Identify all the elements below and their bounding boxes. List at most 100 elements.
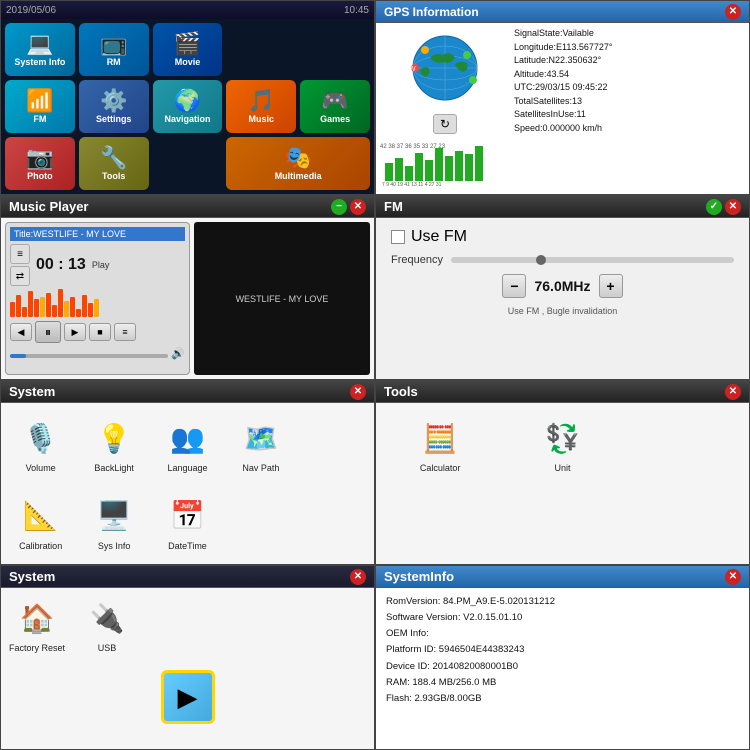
fm-frequency-display: 76.0MHz — [534, 278, 590, 294]
fm-close-button[interactable]: ✕ — [725, 199, 741, 215]
app-tile-tools[interactable]: 🔧 Tools — [79, 137, 149, 190]
system-icon-volume[interactable]: 🎙️ Volume — [5, 407, 76, 483]
system2-title: System — [9, 569, 55, 584]
gps-signal-bars: 42 38 37 36 35 33 27 23 7 9 40 19 41 13 … — [380, 138, 510, 188]
usb-item[interactable]: 🔌 USB — [85, 596, 129, 653]
gps-globe-area: W E ↻ 42 38 37 36 35 33 27 23 — [380, 27, 510, 190]
app-tile-fm-label: FM — [33, 114, 46, 124]
gps-globe-svg: W E — [395, 30, 495, 110]
tools-close-button[interactable]: ✕ — [725, 384, 741, 400]
music-controls-area: Title:WESTLIFE - MY LOVE ≡ ⇄ 00 : 13 Pla… — [5, 222, 190, 375]
gps-utc: UTC:29/03/15 09:45:22 — [514, 81, 745, 95]
app-tile-nav[interactable]: 🌍 Navigation — [153, 80, 223, 133]
next-button[interactable]: ▶ — [64, 323, 86, 341]
music-icon: 🎵 — [248, 90, 275, 112]
prev-button[interactable]: ◀ — [10, 323, 32, 341]
app-tile-sysinfo[interactable]: 💻 System Info — [5, 23, 75, 76]
fm-frequency-slider[interactable] — [451, 257, 734, 263]
calculator-icon: 🧮 — [418, 416, 462, 460]
app-tile-photo-label: Photo — [27, 171, 53, 181]
app-tile-games[interactable]: 🎮 Games — [300, 80, 370, 133]
gps-altitude: Altitude:43.54 — [514, 68, 745, 82]
system-icon-language[interactable]: 👥 Language — [152, 407, 223, 483]
system-icon-sysinfo[interactable]: 🖥️ Sys Info — [78, 485, 149, 561]
gps-panel: GPS Information ✕ — [375, 0, 750, 195]
app-tile-sysinfo-label: System Info — [14, 57, 65, 67]
app-tile-rm[interactable]: 📺 RM — [79, 23, 149, 76]
system-icon-datetime[interactable]: 📅 DateTime — [152, 485, 223, 561]
music-player-title: Music Player — [9, 199, 89, 214]
play-large-button[interactable]: ▶ — [161, 670, 215, 724]
app-tile-photo[interactable]: 📷 Photo — [5, 137, 75, 190]
fm-tile-icon: 📶 — [26, 90, 53, 112]
playlist-button[interactable]: ≡ — [114, 323, 136, 341]
sysinfo-flash: Flash: 2.93GB/8.00GB — [386, 691, 739, 707]
system2-bottom: ▶ — [9, 653, 366, 741]
volume-icon: 🔊 — [171, 347, 185, 360]
fm-frequency-thumb — [536, 255, 546, 265]
pause-button[interactable]: ⏸ — [35, 321, 61, 343]
system-icon-calibration[interactable]: 📐 Calibration — [5, 485, 76, 561]
app-grid-date: 2019/05/06 — [6, 5, 56, 16]
app-tile-multimedia[interactable]: 🎭 Multimedia — [226, 137, 370, 190]
fm-content: Use FM Frequency − 76.0MHz + Use FM , Bu… — [376, 218, 749, 379]
gps-latitude: Latitude:N22.350632° — [514, 54, 745, 68]
music-eq-button[interactable]: ≡ — [10, 244, 30, 264]
music-track-display: WESTLIFE - MY LOVE — [236, 294, 329, 304]
fm-title: FM — [384, 199, 403, 214]
fm-use-checkbox[interactable] — [391, 230, 405, 244]
eq-bar-7 — [46, 293, 51, 317]
tools-icon-calculator[interactable]: 🧮 Calculator — [380, 407, 500, 483]
sysinfo-close-button[interactable]: ✕ — [725, 569, 741, 585]
gps-close-button[interactable]: ✕ — [725, 4, 741, 20]
calibration-label: Calibration — [19, 541, 62, 551]
music-album-art: WESTLIFE - MY LOVE — [194, 222, 370, 375]
gps-header: GPS Information ✕ — [376, 1, 749, 23]
music-track-title: Title:WESTLIFE - MY LOVE — [10, 227, 185, 241]
language-icon: 👥 — [165, 416, 209, 460]
tools-header-buttons: ✕ — [725, 384, 741, 400]
system-icon-backlight[interactable]: 💡 BackLight — [78, 407, 149, 483]
music-close-button[interactable]: ✕ — [350, 199, 366, 215]
app-tile-settings[interactable]: ⚙️ Settings — [79, 80, 149, 133]
gps-signal-state: SignalState:Vailable — [514, 27, 745, 41]
fm-decrease-button[interactable]: − — [502, 274, 526, 298]
system2-panel: System ✕ 🏠 Factory Reset 🔌 USB ▶ — [0, 565, 375, 750]
fm-use-label: Use FM — [411, 228, 467, 246]
main-layout: 2019/05/06 10:45 💻 System Info 📺 RM 🎬 Mo… — [0, 0, 750, 750]
app-tile-music[interactable]: 🎵 Music — [226, 80, 296, 133]
gps-satellites-in-use: SatellitesInUse:11 — [514, 108, 745, 122]
calibration-icon: 📐 — [19, 494, 63, 538]
system-close-button[interactable]: ✕ — [350, 384, 366, 400]
app-tile-movie[interactable]: 🎬 Movie — [153, 23, 223, 76]
fm-increase-button[interactable]: + — [599, 274, 623, 298]
system-header-buttons: ✕ — [350, 384, 366, 400]
music-min-button[interactable]: − — [331, 199, 347, 215]
gps-refresh-button[interactable]: ↻ — [433, 114, 457, 134]
eq-bar-13 — [82, 295, 87, 317]
fm-check-button[interactable]: ✓ — [706, 199, 722, 215]
app-tile-fm[interactable]: 📶 FM — [5, 80, 75, 133]
sysinfo-header: SystemInfo ✕ — [376, 566, 749, 588]
eq-bar-9 — [58, 289, 63, 317]
apps-container: 💻 System Info 📺 RM 🎬 Movie 📶 FM ⚙️ Setti… — [1, 19, 374, 194]
eq-bar-12 — [76, 309, 81, 317]
system2-close-button[interactable]: ✕ — [350, 569, 366, 585]
music-eq-bars — [10, 289, 185, 317]
fm-frequency-row: Frequency — [391, 254, 734, 266]
sysinfo-content: RomVersion: 84.PM_A9.E-5.020131212 Softw… — [376, 588, 749, 749]
system-title: System — [9, 384, 55, 399]
system-icon-empty3 — [299, 485, 370, 561]
factory-reset-item[interactable]: 🏠 Factory Reset — [9, 596, 65, 653]
system-icon-navpath[interactable]: 🗺️ Nav Path — [225, 407, 296, 483]
music-progress-bar[interactable] — [10, 354, 168, 358]
eq-bar-5 — [34, 299, 39, 317]
music-shuffle-button[interactable]: ⇄ — [10, 266, 30, 286]
stop-button[interactable]: ■ — [89, 323, 111, 341]
tools-icon-unit[interactable]: 💱 Unit — [502, 407, 622, 483]
system2-header: System ✕ — [1, 566, 374, 588]
unit-label: Unit — [554, 463, 570, 473]
photo-icon: 📷 — [26, 147, 53, 169]
system2-content: 🏠 Factory Reset 🔌 USB ▶ — [1, 588, 374, 749]
fm-header: FM ✓ ✕ — [376, 196, 749, 218]
